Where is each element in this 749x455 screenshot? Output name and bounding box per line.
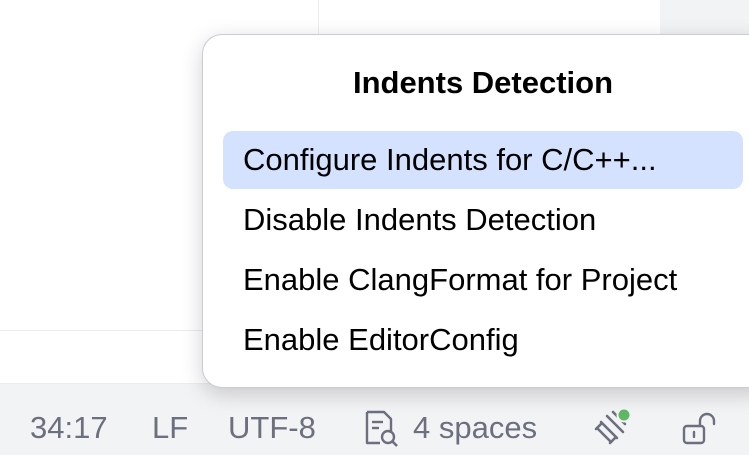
ai-assistant-icon[interactable] [592, 406, 634, 448]
menu-item-enable-editorconfig[interactable]: Enable EditorConfig [223, 311, 743, 369]
menu-item-configure-indents[interactable]: Configure Indents for C/C++... [223, 131, 743, 189]
unlock-icon[interactable] [681, 412, 719, 446]
indents-detection-popup: Indents Detection Configure Indents for … [202, 34, 749, 388]
document-search-icon [365, 410, 398, 447]
menu-item-disable-indents-detection[interactable]: Disable Indents Detection [223, 191, 743, 249]
ide-window: 34:17 LF UTF-8 4 spaces Indents Detectio… [0, 0, 749, 455]
line-separator-widget[interactable]: LF [152, 408, 188, 448]
popup-title: Indents Detection [352, 65, 614, 100]
status-bar: 34:17 LF UTF-8 4 spaces [0, 383, 749, 455]
caret-position-widget[interactable]: 34:17 [30, 408, 108, 448]
indent-widget[interactable]: 4 spaces [363, 408, 537, 448]
file-encoding-widget[interactable]: UTF-8 [228, 408, 316, 448]
menu-item-enable-clangformat[interactable]: Enable ClangFormat for Project [223, 251, 743, 309]
indent-label: 4 spaces [413, 410, 538, 445]
